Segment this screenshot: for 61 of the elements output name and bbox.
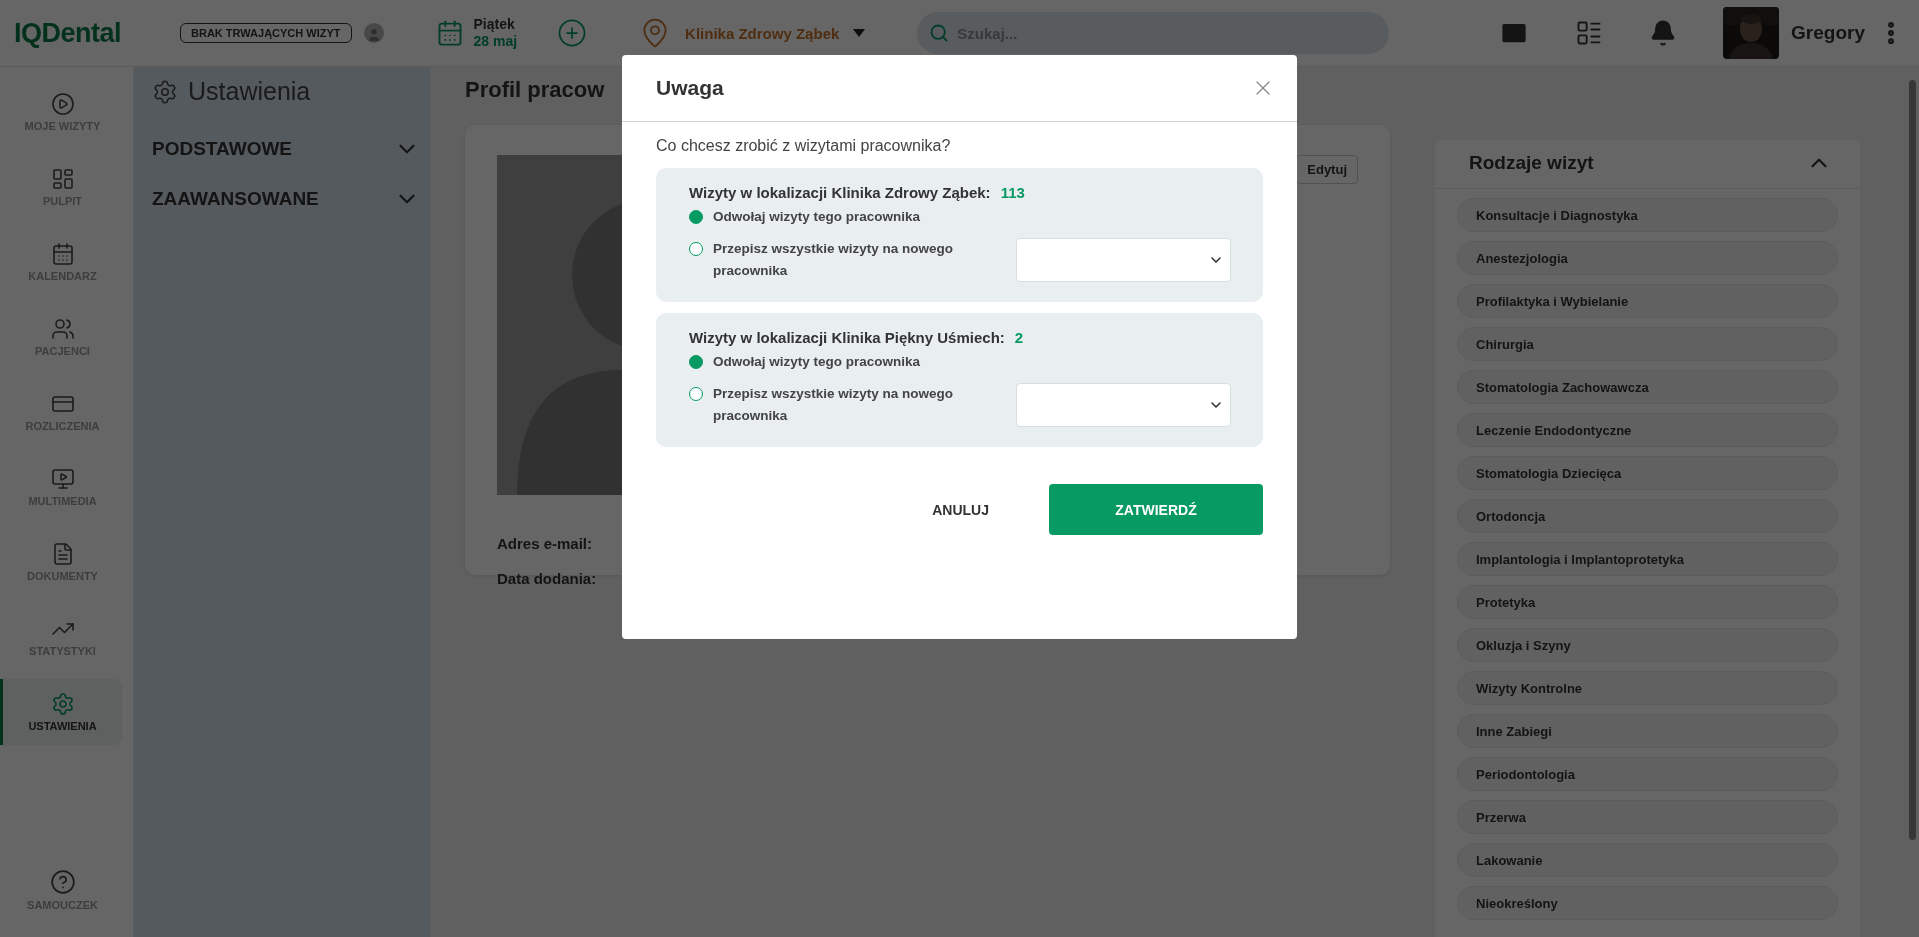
logo: IQDental bbox=[14, 17, 123, 49]
visit-type-item[interactable]: Anestezjologia bbox=[1457, 241, 1839, 275]
search-icon bbox=[929, 23, 950, 43]
option-label: Odwołaj wizyty tego pracownika bbox=[713, 353, 921, 371]
visit-type-item[interactable]: Profilaktyka i Wybielanie bbox=[1457, 284, 1839, 318]
option-label: Przepisz wszystkie wizyty na nowego pracownika bbox=[713, 385, 955, 425]
users-icon bbox=[50, 317, 75, 341]
add-icon[interactable] bbox=[557, 18, 588, 48]
visit-type-item[interactable]: Protetyka bbox=[1457, 585, 1839, 619]
user-name[interactable]: Gregory bbox=[1791, 22, 1865, 44]
clinic-selector[interactable]: Klinika Zdrowy Ząbek bbox=[685, 24, 840, 42]
visit-type-item[interactable]: Okluzja i Szyny bbox=[1457, 628, 1839, 662]
panel-title: Rodzaje wizyt bbox=[1469, 152, 1594, 174]
confirm-button[interactable]: ZATWIERDŹ bbox=[1049, 484, 1263, 535]
field-label: Adres e-mail: bbox=[497, 535, 594, 552]
help-icon bbox=[49, 869, 76, 895]
visit-type-item[interactable]: Inne Zabiegi bbox=[1457, 714, 1839, 748]
radio-button[interactable] bbox=[689, 387, 703, 401]
visit-type-item[interactable]: Periodontologia bbox=[1457, 757, 1839, 791]
visit-type-item[interactable]: Lakowanie bbox=[1457, 843, 1839, 877]
option-label: Przepisz wszystkie wizyty na nowego pracownika bbox=[713, 240, 955, 280]
play-icon bbox=[50, 92, 75, 116]
media-icon bbox=[50, 467, 75, 491]
cancel-button[interactable]: ANULUJ bbox=[932, 487, 989, 532]
visit-count: 2 bbox=[1014, 329, 1024, 346]
visit-type-item[interactable]: Stomatologia Zachowawcza bbox=[1457, 370, 1839, 404]
dialog-title: Uwaga bbox=[656, 76, 724, 100]
radio-button[interactable] bbox=[689, 242, 703, 256]
date-text: 28 maj bbox=[473, 33, 518, 50]
panel-title: Ustawienia bbox=[188, 77, 311, 106]
section-toggle[interactable]: PODSTAWOWE bbox=[152, 126, 420, 176]
settings-icon bbox=[152, 78, 178, 105]
radio-button[interactable] bbox=[689, 210, 703, 224]
scrollbar[interactable] bbox=[1908, 80, 1916, 840]
dialog-question: Co chcesz zrobić z wizytami pracownika? bbox=[656, 137, 952, 155]
location-heading: Wizyty w lokalizacji Klinika Zdrowy Ząbek: bbox=[689, 184, 991, 201]
visit-type-item[interactable]: Przerwa bbox=[1457, 800, 1839, 834]
weekday-text: Piątek bbox=[473, 16, 516, 33]
visit-type-item[interactable]: Nieokreślony bbox=[1457, 886, 1839, 920]
user-icon bbox=[363, 23, 384, 43]
visit-type-item[interactable]: Stomatologia Dziecięca bbox=[1457, 456, 1839, 490]
dashboard-icon bbox=[50, 167, 75, 191]
calendar-icon bbox=[50, 242, 75, 266]
section-toggle[interactable]: ZAAWANSOWANE bbox=[152, 176, 420, 226]
visit-type-item[interactable]: Ortodoncja bbox=[1457, 499, 1839, 533]
page-title: Profil pracow bbox=[465, 77, 605, 103]
visit-type-item[interactable]: Implantologia i Implantoprotetyka bbox=[1457, 542, 1839, 576]
field-label: Data dodania: bbox=[497, 570, 598, 587]
option-label: Odwołaj wizyty tego pracownika bbox=[713, 208, 921, 226]
settings-icon bbox=[50, 692, 75, 716]
nav-item[interactable]: USTAWIENIA bbox=[0, 679, 122, 745]
edit-button[interactable]: Edytuj bbox=[1296, 155, 1358, 184]
visit-type-item[interactable]: Chirurgia bbox=[1457, 327, 1839, 361]
status-badge: BRAK TRWAJĄCYCH WIZYT bbox=[180, 23, 352, 43]
radio-button[interactable] bbox=[689, 355, 703, 369]
visit-count: 113 bbox=[1000, 184, 1025, 201]
visit-type-item[interactable]: Wizyty Kontrolne bbox=[1457, 671, 1839, 705]
visit-type-item[interactable]: Leczenie Endodontyczne bbox=[1457, 413, 1839, 447]
caret-icon[interactable] bbox=[853, 29, 866, 37]
visit-type-item[interactable]: Konsultacje i Diagnostyka bbox=[1457, 198, 1839, 232]
location-heading: Wizyty w lokalizacji Klinika Piękny Uśmiech: bbox=[689, 329, 1005, 346]
